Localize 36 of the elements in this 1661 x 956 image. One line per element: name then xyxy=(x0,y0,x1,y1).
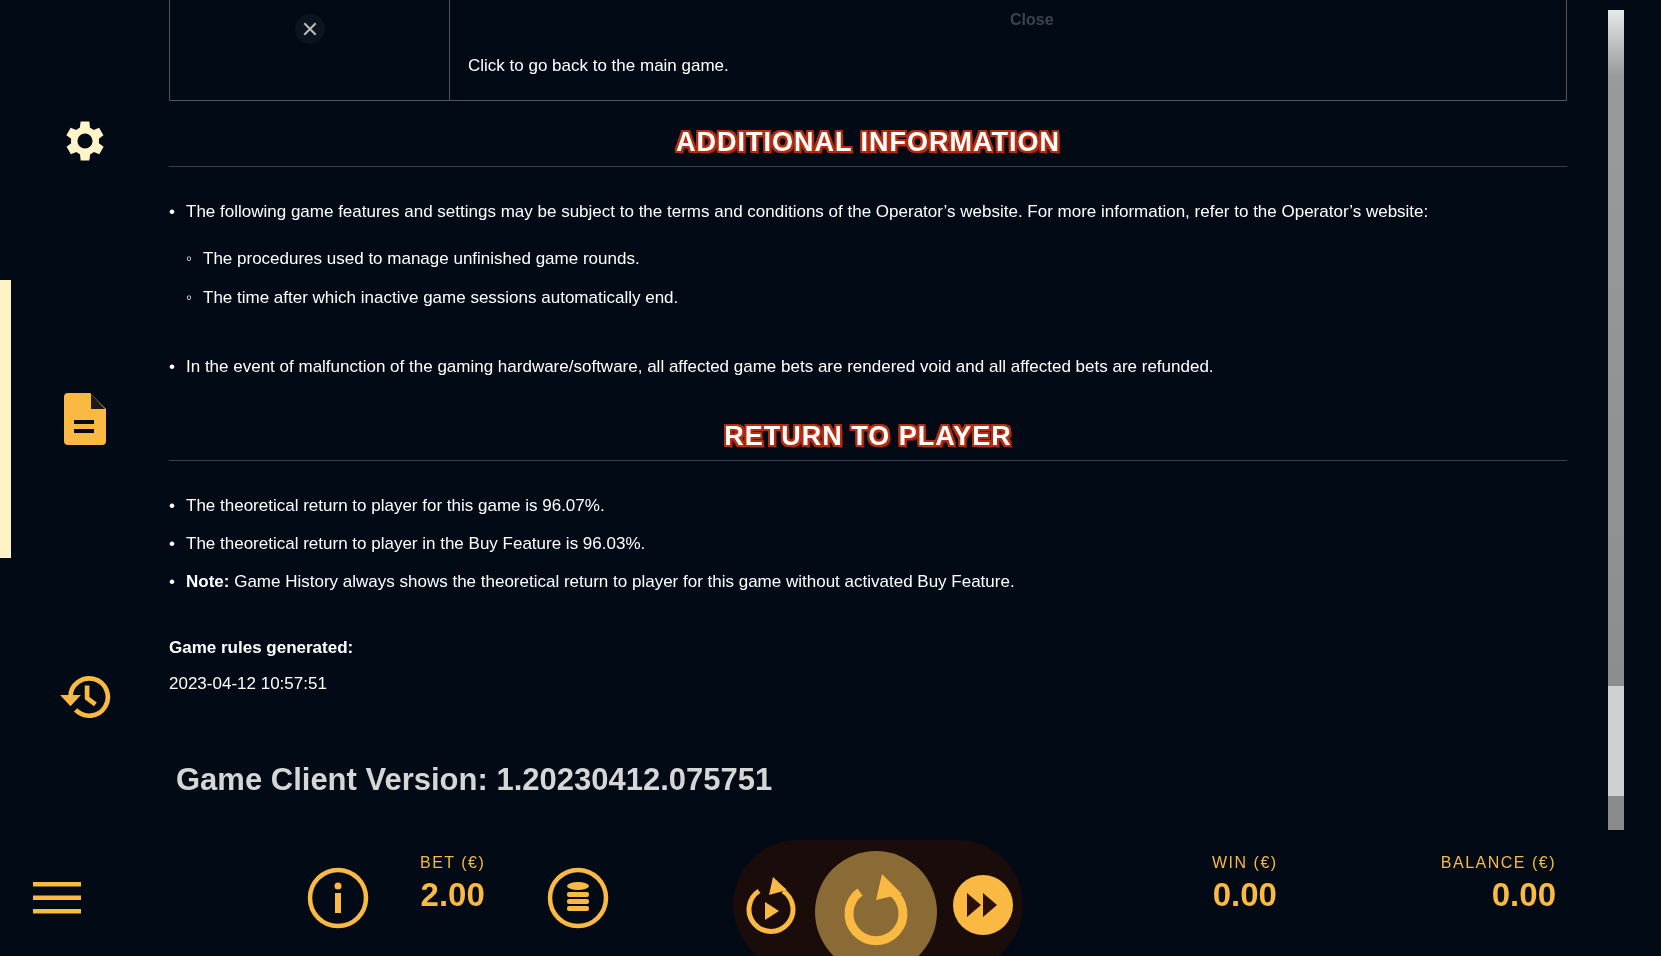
bet-label: BET (€) xyxy=(420,854,486,872)
autoplay-icon[interactable] xyxy=(743,875,799,935)
info-icon[interactable] xyxy=(307,867,369,929)
bullet-text: Note: Game History always shows the theoretical return to player for this game without activated Buy Feature. xyxy=(186,572,1015,592)
bullet: ◦ xyxy=(186,249,194,269)
bet-value: 2.00 xyxy=(420,876,485,914)
client-version: Game Client Version: 1.20230412.075751 xyxy=(176,762,774,798)
bullet: • xyxy=(169,357,176,377)
bullet: • xyxy=(169,496,176,516)
close-button[interactable] xyxy=(294,14,325,44)
fast-forward-icon[interactable] xyxy=(953,875,1013,935)
bullet-text: In the event of malfunction of the gaming hardware/software, all affected game bets are rendered void and all affected bets are refunded. xyxy=(186,357,1214,377)
bullet-text: The time after which inactive game sessions automatically end. xyxy=(203,288,679,308)
column-header: Close xyxy=(1010,11,1054,29)
coin-stack-icon[interactable] xyxy=(547,867,609,929)
document-icon[interactable] xyxy=(63,393,106,445)
win-value: 0.00 xyxy=(1212,876,1277,914)
balance-value: 0.00 xyxy=(1491,876,1556,914)
table-cell: Click to go back to the main game. xyxy=(468,56,729,75)
win-label: WIN (€) xyxy=(1212,854,1278,872)
bullet: • xyxy=(169,202,176,222)
bullet: ◦ xyxy=(186,288,194,308)
section-heading: ADDITIONAL INFORMATION xyxy=(676,127,1060,158)
bullet: • xyxy=(169,534,176,554)
bullet-text: The procedures used to manage unfinished game rounds. xyxy=(203,249,640,269)
generated-date: 2023-04-12 10:57:51 xyxy=(169,674,328,694)
menu-icon[interactable] xyxy=(33,882,81,914)
bullet: • xyxy=(169,572,176,592)
bullet-text: The theoretical return to player in the Buy Feature is 96.03%. xyxy=(186,534,646,554)
section-heading: RETURN TO PLAYER xyxy=(724,421,1012,452)
balance-label: BALANCE (€) xyxy=(1440,854,1556,872)
bullet-text: The following game features and settings may be subject to the terms and conditions of the Operator’s website. For more information, refer to the Operator’s website: xyxy=(186,202,1429,222)
bullet-text: The theoretical return to player for this game is 96.07%. xyxy=(186,496,605,516)
generated-label: Game rules generated: xyxy=(169,638,355,658)
close-icon xyxy=(301,21,318,37)
scrollbar[interactable] xyxy=(1608,10,1624,830)
